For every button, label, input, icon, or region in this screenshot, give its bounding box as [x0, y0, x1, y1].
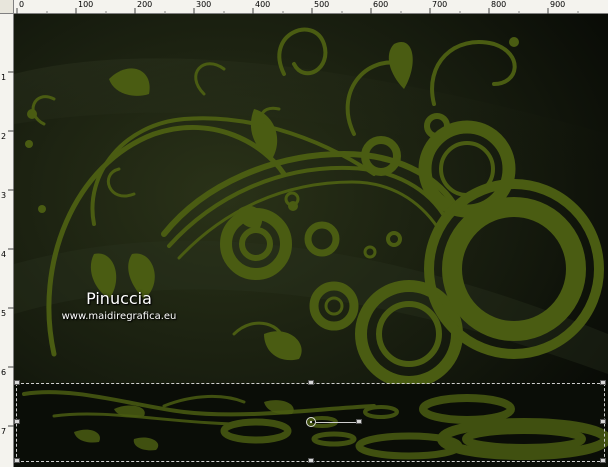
ruler-tick-label: 3 [1, 191, 7, 200]
resize-handle-bottom[interactable] [308, 458, 314, 463]
resize-handle-left[interactable] [14, 419, 20, 424]
ruler-tick-label: 800 [491, 0, 507, 9]
ruler-tick-label: 1 [1, 73, 7, 82]
ruler-tick-label: 300 [196, 0, 212, 9]
watermark-url: www.maidiregrafica.eu [61, 311, 177, 322]
ruler-corner [0, 0, 14, 14]
ruler-tick-label: 5 [1, 309, 7, 318]
ruler-tick-label: 4 [1, 250, 7, 259]
ruler-tick-label: 0 [19, 0, 25, 9]
resize-handle-top[interactable] [308, 380, 314, 385]
ruler-tick-label: 400 [255, 0, 271, 9]
image-canvas[interactable]: Pinuccia www.maidiregrafica.eu [14, 14, 608, 467]
rotation-pivot-icon[interactable] [306, 417, 316, 427]
ruler-tick-label: 2 [1, 132, 7, 141]
ruler-tick-label: 200 [137, 0, 153, 9]
watermark-title: Pinuccia [86, 289, 152, 308]
rotation-handle[interactable] [356, 419, 362, 424]
resize-handle-top-left[interactable] [14, 380, 20, 385]
ruler-tick-label: 100 [78, 0, 94, 9]
rotation-arm [316, 422, 356, 423]
ruler-horizontal[interactable]: 0 100 200 300 400 500 600 700 800 900 [0, 0, 608, 14]
ruler-tick-label: 700 [432, 0, 448, 9]
ruler-tick-label: 7 [1, 427, 7, 436]
ruler-vertical[interactable]: 1 2 3 4 5 6 7 [0, 14, 14, 467]
ruler-tick-label: 900 [550, 0, 566, 9]
resize-handle-top-right[interactable] [600, 380, 606, 385]
resize-handle-bottom-left[interactable] [14, 458, 20, 463]
resize-handle-bottom-right[interactable] [600, 458, 606, 463]
ruler-tick-label: 500 [314, 0, 330, 9]
resize-handle-right[interactable] [600, 419, 606, 424]
ruler-tick-label: 600 [373, 0, 389, 9]
ruler-tick-label: 6 [1, 368, 7, 377]
